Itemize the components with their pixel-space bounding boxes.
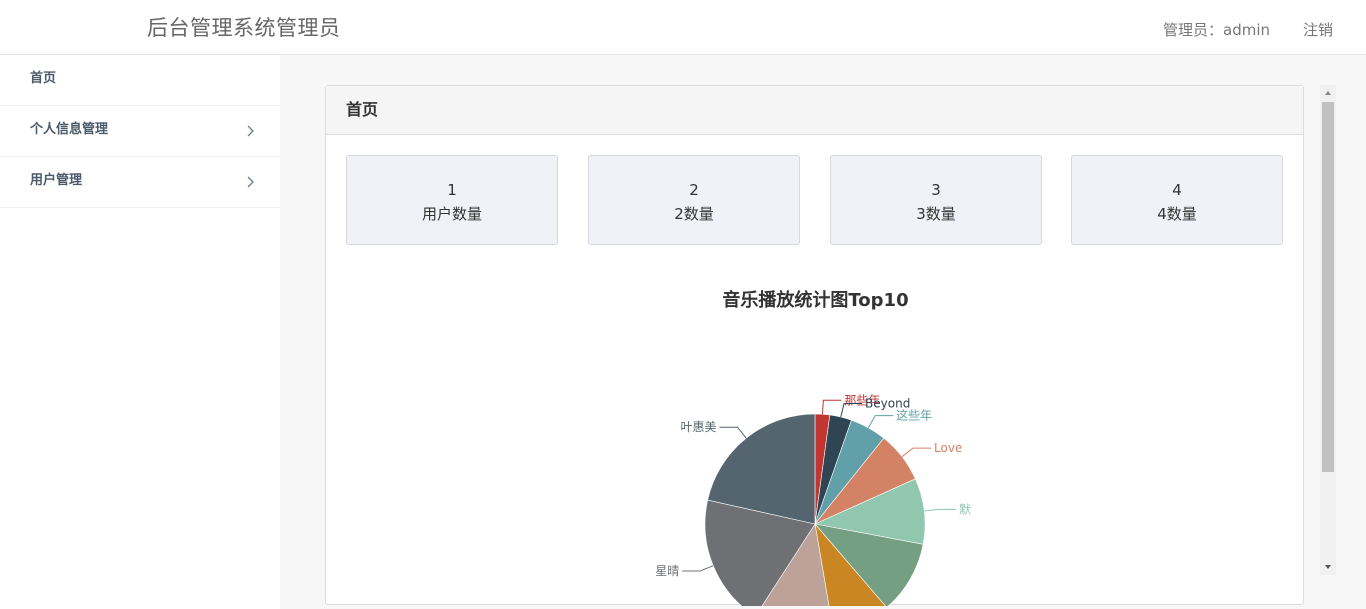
logout-link[interactable]: 注销 bbox=[1303, 19, 1333, 40]
sidebar-item-profile[interactable]: 个人信息管理 bbox=[0, 106, 280, 157]
vertical-scrollbar[interactable] bbox=[1320, 85, 1336, 575]
pie-chart: 那些年Beyond这些年Love默星晴叶惠美 bbox=[655, 393, 971, 606]
pie-label-2: 这些年 bbox=[896, 408, 932, 423]
sidebar-item-home[interactable]: 首页 bbox=[0, 55, 280, 106]
pie-label-line-9 bbox=[719, 426, 747, 439]
chevron-right-icon bbox=[247, 125, 254, 137]
scroll-down-arrow-icon[interactable] bbox=[1320, 559, 1336, 575]
sidebar: 首页 个人信息管理 用户管理 bbox=[0, 55, 280, 609]
admin-user-label: 管理员：admin bbox=[1163, 21, 1270, 39]
pie-label-4: 默 bbox=[959, 501, 971, 516]
chevron-right-icon bbox=[247, 176, 254, 188]
pie-label-line-4 bbox=[924, 508, 957, 512]
pie-label-line-2 bbox=[867, 415, 894, 429]
top-bar: 后台管理系统管理员 管理员：admin 注销 bbox=[0, 0, 1366, 55]
pie-label-line-8 bbox=[682, 565, 714, 572]
sidebar-item-label: 用户管理 bbox=[30, 173, 83, 188]
sidebar-item-label: 个人信息管理 bbox=[30, 122, 109, 137]
main-content: 首页 1 用户数量 2 2数量 3 3数量 4 4数量 音乐播放统计图Top10… bbox=[280, 55, 1366, 609]
sidebar-item-users[interactable]: 用户管理 bbox=[0, 157, 280, 208]
app-title: 后台管理系统管理员 bbox=[147, 16, 341, 40]
scroll-up-arrow-icon[interactable] bbox=[1320, 85, 1336, 101]
pie-label-3: Love bbox=[934, 441, 962, 455]
pie-label-8: 星晴 bbox=[655, 564, 679, 578]
pie-label-9: 叶惠美 bbox=[680, 420, 716, 434]
sidebar-item-label: 首页 bbox=[30, 71, 57, 86]
pie-label-line-0 bbox=[821, 399, 842, 415]
home-panel: 首页 1 用户数量 2 2数量 3 3数量 4 4数量 音乐播放统计图Top10… bbox=[325, 85, 1304, 606]
pie-label-line-3 bbox=[901, 447, 932, 458]
scroll-thumb[interactable] bbox=[1322, 102, 1334, 472]
